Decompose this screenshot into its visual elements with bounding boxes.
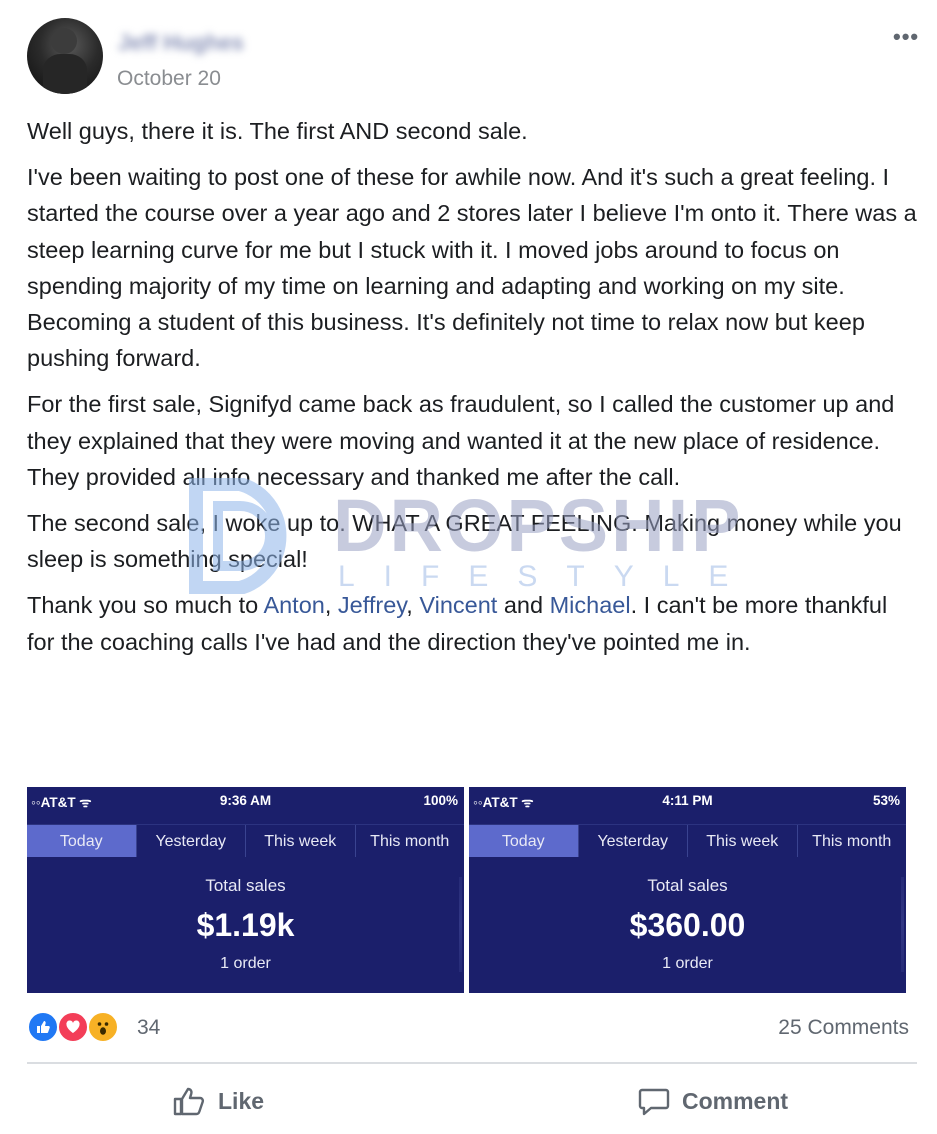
- comment-button[interactable]: Comment: [638, 1078, 788, 1124]
- paragraph-4: The second sale, I woke up to. WHAT A GR…: [27, 510, 902, 573]
- period-tabs: Today Yesterday This week This month: [27, 824, 464, 857]
- facebook-post: Jeff Hughes October 20 ••• Well guys, th…: [0, 0, 937, 1134]
- total-sales-label: Total sales: [205, 876, 286, 895]
- tab-yesterday[interactable]: Yesterday: [579, 825, 688, 857]
- love-icon: [57, 1011, 89, 1043]
- sales-screenshot-1[interactable]: ◦◦AT&T ᯤ 9:36 AM 100% Today Yesterday Th…: [27, 787, 464, 993]
- tab-this-month[interactable]: This month: [798, 825, 907, 857]
- status-bar: ◦◦AT&T ᯤ 9:36 AM 100%: [27, 787, 464, 817]
- paragraph-2: I've been waiting to post one of these f…: [27, 164, 917, 372]
- comment-label: Comment: [682, 1087, 789, 1114]
- comment-bubble-icon: [638, 1088, 670, 1116]
- total-sales-label: Total sales: [647, 876, 728, 895]
- period-tabs: Today Yesterday This week This month: [469, 824, 906, 857]
- battery-level: 100%: [423, 793, 458, 808]
- mention-michael[interactable]: Michael: [550, 592, 631, 618]
- comment-count[interactable]: 25 Comments: [778, 1016, 909, 1040]
- cropped-content-edge: [901, 877, 904, 972]
- order-count: 1 order: [220, 955, 271, 972]
- author-avatar[interactable]: [27, 18, 103, 94]
- tab-today[interactable]: Today: [469, 825, 579, 857]
- more-options-icon[interactable]: •••: [893, 24, 919, 50]
- reaction-count[interactable]: 34: [137, 1016, 160, 1040]
- battery-level: 53%: [872, 793, 900, 808]
- paragraph-1: Well guys, there it is. The first AND se…: [27, 118, 528, 144]
- status-time: 4:11 PM: [662, 793, 713, 808]
- paragraph-3: For the first sale, Signifyd came back a…: [27, 391, 895, 490]
- wow-icon: [87, 1011, 119, 1043]
- cropped-content-edge: [459, 877, 462, 972]
- total-sales-value: $360.00: [629, 907, 746, 943]
- separator: and: [497, 592, 550, 619]
- tab-this-month[interactable]: This month: [356, 825, 465, 857]
- mention-anton[interactable]: Anton: [263, 592, 324, 618]
- mention-vincent[interactable]: Vincent: [419, 592, 497, 618]
- separator: ,: [324, 592, 338, 619]
- paragraph-5-start: Thank you so much to: [27, 592, 264, 619]
- status-time: 9:36 AM: [219, 793, 272, 808]
- like-label: Like: [218, 1087, 265, 1114]
- post-body: Well guys, there it is. The first AND se…: [27, 113, 917, 670]
- sales-screenshot-2[interactable]: ◦◦AT&T ᯤ 4:11 PM 53% Today Yesterday Thi…: [469, 787, 906, 993]
- tab-yesterday[interactable]: Yesterday: [137, 825, 246, 857]
- thumbs-up-icon: [173, 1087, 205, 1116]
- separator: ,: [406, 592, 420, 619]
- paragraph-5: Thank you so much to Anton, Jeffrey, Vin…: [27, 587, 917, 659]
- author-name[interactable]: Jeff Hughes: [118, 30, 244, 56]
- order-count: 1 order: [662, 955, 713, 972]
- like-button[interactable]: Like: [172, 1078, 264, 1124]
- mention-jeffrey[interactable]: Jeffrey: [338, 592, 406, 618]
- tab-this-week[interactable]: This week: [246, 825, 356, 857]
- total-sales-value: $1.19k: [196, 907, 295, 943]
- tab-this-week[interactable]: This week: [688, 825, 798, 857]
- like-icon: [27, 1011, 59, 1043]
- tab-today[interactable]: Today: [27, 825, 137, 857]
- divider: [27, 1062, 917, 1064]
- post-date[interactable]: October 20: [117, 67, 221, 91]
- avatar-body-shape: [43, 54, 87, 94]
- avatar-head-shape: [51, 28, 77, 54]
- status-bar: ◦◦AT&T ᯤ 4:11 PM 53%: [469, 787, 906, 817]
